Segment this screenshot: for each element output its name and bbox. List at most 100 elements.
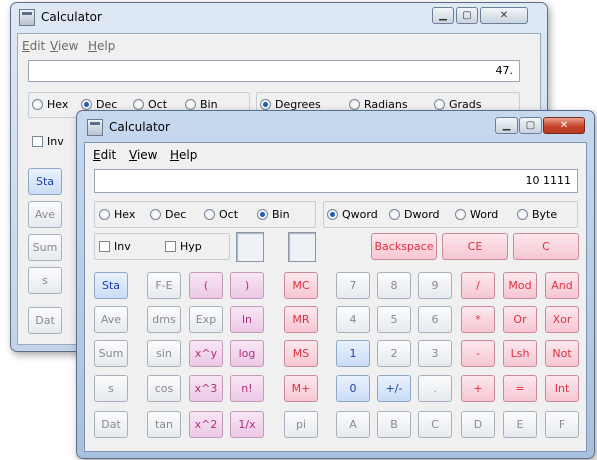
radio-dot-icon — [32, 99, 43, 110]
front-button-3[interactable]: 3 — [418, 340, 452, 367]
back-menu-help[interactable]: Help — [88, 39, 115, 53]
front-button-4[interactable]: 4 — [336, 306, 370, 333]
front-button-sin[interactable]: sin — [147, 340, 181, 367]
front-button-fe[interactable]: F-E — [147, 272, 181, 299]
front-button-plus-minus[interactable]: +/- — [377, 375, 411, 402]
front-button-tan[interactable]: tan — [147, 411, 181, 438]
front-button-0[interactable]: 0 — [336, 375, 370, 402]
front-button-hex-e[interactable]: E — [503, 411, 537, 438]
front-button-sum[interactable]: Sum — [94, 340, 128, 367]
front-button-or[interactable]: Or — [503, 306, 537, 333]
back-button-dat[interactable]: Dat — [28, 307, 62, 334]
front-check-inv[interactable]: Inv — [99, 240, 131, 253]
back-menu-view[interactable]: View — [50, 39, 78, 53]
front-titlebar[interactable]: Calculator ▁ ▢ ✕ — [77, 111, 594, 138]
front-radio-oct[interactable]: Oct — [204, 208, 238, 221]
front-button-hex-f[interactable]: F — [545, 411, 579, 438]
front-button-x-cubed[interactable]: x^3 — [189, 375, 223, 402]
front-button-multiply[interactable]: * — [461, 306, 495, 333]
back-titlebar[interactable]: Calculator ▁ ▢ ✕ — [11, 3, 547, 30]
back-minimize-button[interactable]: ▁ — [432, 7, 454, 24]
front-button-ln[interactable]: ln — [230, 306, 264, 333]
front-close-button[interactable]: ✕ — [543, 117, 585, 134]
back-menu-edit[interactable]: Edit — [22, 39, 45, 53]
front-button-subtract[interactable]: - — [461, 340, 495, 367]
front-button-add[interactable]: + — [461, 375, 495, 402]
back-button-sta[interactable]: Sta — [28, 168, 62, 195]
front-button-hex-b[interactable]: B — [377, 411, 411, 438]
front-radio-dword[interactable]: Dword — [389, 208, 440, 221]
calculator-app-icon — [19, 9, 35, 26]
front-button-equals[interactable]: = — [503, 375, 537, 402]
front-window-title: Calculator — [109, 120, 170, 134]
front-button-m-plus[interactable]: M+ — [284, 375, 318, 402]
back-check-inv[interactable]: Inv — [32, 135, 64, 148]
front-button-2[interactable]: 2 — [377, 340, 411, 367]
back-button-s[interactable]: s — [28, 267, 62, 294]
front-button-reciprocal[interactable]: 1/x — [230, 411, 264, 438]
front-check-hyp[interactable]: Hyp — [165, 240, 202, 253]
front-button-5[interactable]: 5 — [377, 306, 411, 333]
radio-dot-icon — [150, 209, 161, 220]
front-button-divide[interactable]: / — [461, 272, 495, 299]
front-button-and[interactable]: And — [545, 272, 579, 299]
front-minimize-button[interactable]: ▁ — [495, 117, 518, 134]
front-button-exp[interactable]: Exp — [189, 306, 223, 333]
front-button-mr[interactable]: MR — [284, 306, 318, 333]
front-radio-hex[interactable]: Hex — [99, 208, 135, 221]
front-radio-bin[interactable]: Bin — [257, 208, 290, 221]
front-button-lsh[interactable]: Lsh — [503, 340, 537, 367]
front-button-ave[interactable]: Ave — [94, 306, 128, 333]
front-button-int[interactable]: Int — [545, 375, 579, 402]
front-menu-view[interactable]: View — [129, 148, 157, 162]
front-menu-edit[interactable]: Edit — [93, 148, 116, 162]
front-button-1[interactable]: 1 — [336, 340, 370, 367]
back-maximize-button[interactable]: ▢ — [456, 7, 478, 24]
front-button-decimal[interactable]: . — [418, 375, 452, 402]
front-button-mc[interactable]: MC — [284, 272, 318, 299]
front-button-7[interactable]: 7 — [336, 272, 370, 299]
front-maximize-button[interactable]: ▢ — [519, 117, 542, 134]
front-menu-help[interactable]: Help — [170, 148, 197, 162]
front-button-x-squared[interactable]: x^2 — [189, 411, 223, 438]
front-button-xor[interactable]: Xor — [545, 306, 579, 333]
front-button-open-paren[interactable]: ( — [189, 272, 223, 299]
front-button-8[interactable]: 8 — [377, 272, 411, 299]
radio-dot-icon — [455, 209, 466, 220]
front-button-ce[interactable]: CE — [442, 233, 508, 260]
back-radio-hex[interactable]: Hex — [32, 98, 68, 111]
front-radio-byte[interactable]: Byte — [517, 208, 557, 221]
front-button-backspace[interactable]: Backspace — [371, 233, 437, 260]
front-button-sta[interactable]: Sta — [94, 272, 128, 299]
back-button-sum[interactable]: Sum — [28, 234, 62, 261]
front-button-dat[interactable]: Dat — [94, 411, 128, 438]
front-button-hex-a[interactable]: A — [336, 411, 370, 438]
front-radio-dec[interactable]: Dec — [150, 208, 186, 221]
front-display: 10 1111 — [94, 169, 578, 193]
front-button-pi[interactable]: pi — [284, 411, 318, 438]
front-button-log[interactable]: log — [230, 340, 264, 367]
front-button-factorial[interactable]: n! — [230, 375, 264, 402]
front-radio-word[interactable]: Word — [455, 208, 498, 221]
back-close-button[interactable]: ✕ — [480, 7, 528, 24]
front-client-area: Edit View Help 10 1111 Hex Dec Oct Bin Q… — [84, 142, 587, 452]
back-button-ave[interactable]: Ave — [28, 201, 62, 228]
front-button-close-paren[interactable]: ) — [230, 272, 264, 299]
front-button-not[interactable]: Not — [545, 340, 579, 367]
calculator-app-icon — [87, 119, 103, 136]
front-button-6[interactable]: 6 — [418, 306, 452, 333]
front-button-9[interactable]: 9 — [418, 272, 452, 299]
front-button-c[interactable]: C — [513, 233, 579, 260]
front-button-dms[interactable]: dms — [147, 306, 181, 333]
front-button-cos[interactable]: cos — [147, 375, 181, 402]
front-calculator-window[interactable]: Calculator ▁ ▢ ✕ Edit View Help 10 1111 … — [76, 110, 595, 459]
front-button-x-pow-y[interactable]: x^y — [189, 340, 223, 367]
front-button-ms[interactable]: MS — [284, 340, 318, 367]
front-button-mod[interactable]: Mod — [503, 272, 537, 299]
front-parenthesis-indicator — [236, 232, 264, 262]
front-button-hex-c[interactable]: C — [418, 411, 452, 438]
back-menubar: Edit View Help — [18, 39, 540, 57]
front-button-hex-d[interactable]: D — [461, 411, 495, 438]
front-button-s[interactable]: s — [94, 375, 128, 402]
front-radio-qword[interactable]: Qword — [327, 208, 378, 221]
